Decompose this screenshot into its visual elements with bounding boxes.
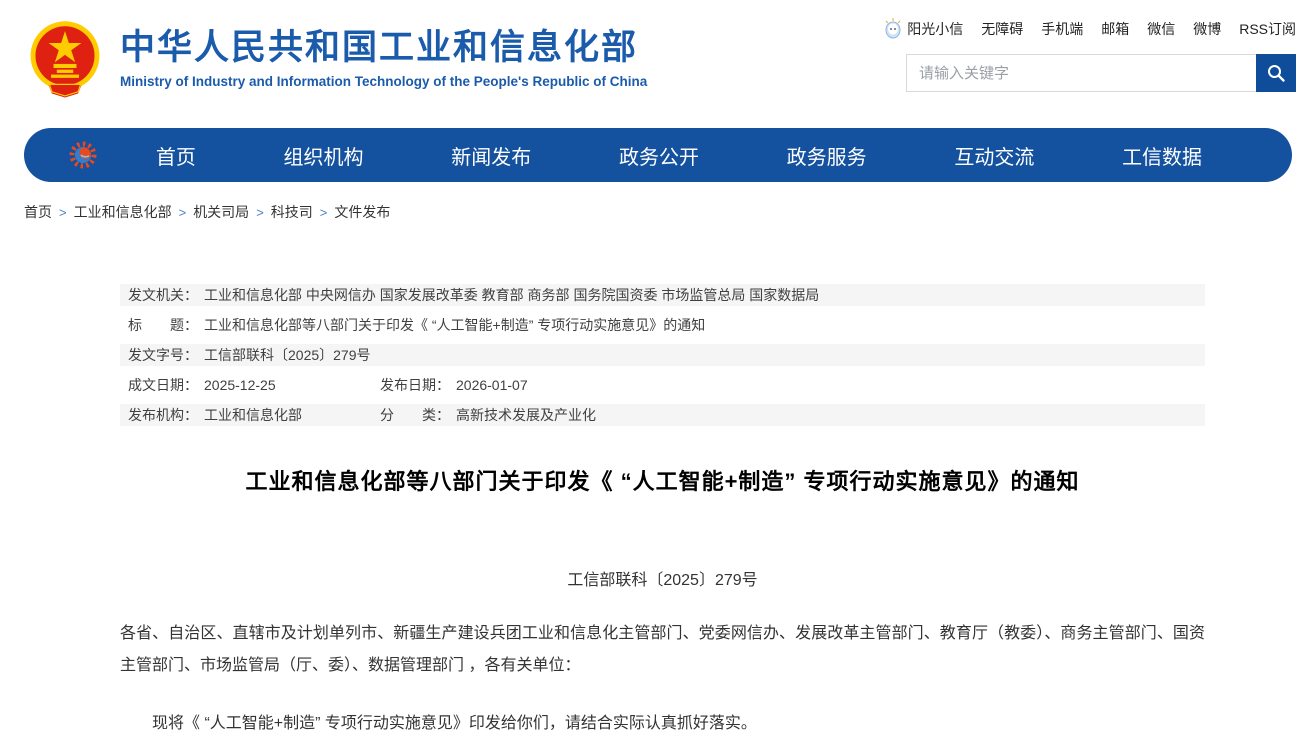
document-meta-table: 发文机关： 工业和信息化部 中央网信办 国家发展改革委 教育部 商务部 国务院国… — [120, 284, 1205, 426]
brand-text: 中华人民共和国工业和信息化部 Ministry of Industry and … — [120, 29, 647, 89]
top-link-sunshine[interactable]: 阳光小信 — [883, 18, 963, 40]
top-link-wechat[interactable]: 微信 — [1147, 19, 1175, 39]
article-title: 工业和信息化部等八部门关于印发《 “人工智能+制造” 专项行动实施意见》的通知 — [120, 464, 1205, 496]
top-link-rss[interactable]: RSS订阅 — [1239, 19, 1296, 39]
search-bar — [906, 54, 1296, 92]
site-logo[interactable]: 中华人民共和国工业和信息化部 Ministry of Industry and … — [24, 18, 647, 100]
search-input[interactable] — [906, 54, 1256, 92]
meta-value: 2025-12-25 — [204, 374, 276, 396]
site-subtitle: Ministry of Industry and Information Tec… — [120, 74, 647, 89]
meta-row-title: 标 题： 工业和信息化部等八部门关于印发《 “人工智能+制造” 专项行动实施意见… — [120, 314, 1205, 336]
nav-item-news[interactable]: 新闻发布 — [441, 135, 541, 176]
nav-item-gov-services[interactable]: 政务服务 — [777, 135, 877, 176]
meta-label: 发布机构： — [128, 404, 198, 426]
nav-items: 首页 组织机构 新闻发布 政务公开 政务服务 互动交流 工信数据 — [112, 135, 1246, 176]
nav-item-miit-data[interactable]: 工信数据 — [1112, 135, 1212, 176]
top-link-mobile[interactable]: 手机端 — [1041, 19, 1083, 39]
nav-item-home[interactable]: 首页 — [146, 135, 206, 176]
meta-value: 2026-01-07 — [456, 374, 528, 396]
search-button[interactable] — [1256, 54, 1296, 92]
nav-item-gov-disclosure[interactable]: 政务公开 — [609, 135, 709, 176]
top-link-accessibility[interactable]: 无障碍 — [981, 19, 1023, 39]
top-utility-links: 阳光小信 无障碍 手机端 邮箱 微信 微博 RSS订阅 — [883, 18, 1296, 40]
nav-item-organization[interactable]: 组织机构 — [274, 135, 374, 176]
meta-value: 工业和信息化部 — [204, 404, 302, 426]
breadcrumb-departments[interactable]: 机关司局 — [193, 202, 249, 222]
meta-row-org-category: 发布机构： 工业和信息化部 分 类： 高新技术发展及产业化 — [120, 404, 1205, 426]
nav-item-interaction[interactable]: 互动交流 — [944, 135, 1044, 176]
article-doc-number: 工信部联科〔2025〕279号 — [120, 566, 1205, 590]
search-icon — [1266, 63, 1286, 83]
breadcrumb-home[interactable]: 首页 — [24, 202, 52, 222]
mascot-icon — [883, 18, 903, 40]
breadcrumb-separator: > — [179, 205, 187, 220]
meta-label: 发文机关： — [128, 284, 198, 306]
breadcrumb-document-release: 文件发布 — [334, 202, 390, 222]
national-emblem-icon — [24, 18, 106, 100]
meta-value: 工业和信息化部等八部门关于印发《 “人工智能+制造” 专项行动实施意见》的通知 — [204, 314, 705, 336]
meta-row-dates: 成文日期： 2025-12-25 发布日期： 2026-01-07 — [120, 374, 1205, 396]
top-link-weibo[interactable]: 微博 — [1193, 19, 1221, 39]
article-paragraph-recipients: 各省、自治区、直辖市及计划单列市、新疆生产建设兵团工业和信息化主管部门、党委网信… — [120, 618, 1205, 682]
meta-label: 分 类： — [380, 404, 450, 426]
breadcrumb-separator: > — [256, 205, 264, 220]
meta-value: 工信部联科〔2025〕279号 — [204, 344, 371, 366]
breadcrumb: 首页 > 工业和信息化部 > 机关司局 > 科技司 > 文件发布 — [24, 202, 1316, 222]
article-paragraph-body: 现将《 “人工智能+制造” 专项行动实施意见》印发给你们，请结合实际认真抓好落实… — [120, 708, 1205, 740]
top-link-mail[interactable]: 邮箱 — [1101, 19, 1129, 39]
meta-label: 成文日期： — [128, 374, 198, 396]
meta-row-issuing-org: 发文机关： 工业和信息化部 中央网信办 国家发展改革委 教育部 商务部 国务院国… — [120, 284, 1205, 306]
meta-value: 工业和信息化部 中央网信办 国家发展改革委 教育部 商务部 国务院国资委 市场监… — [204, 284, 819, 306]
breadcrumb-miit[interactable]: 工业和信息化部 — [74, 202, 172, 222]
main-nav: 首页 组织机构 新闻发布 政务公开 政务服务 互动交流 工信数据 — [24, 128, 1292, 182]
gear-e-logo-icon — [68, 138, 102, 172]
breadcrumb-science-tech-dept[interactable]: 科技司 — [271, 202, 313, 222]
site-title: 中华人民共和国工业和信息化部 — [120, 29, 647, 68]
document-page: 发文机关： 工业和信息化部 中央网信办 国家发展改革委 教育部 商务部 国务院国… — [120, 284, 1205, 740]
meta-row-doc-number: 发文字号： 工信部联科〔2025〕279号 — [120, 344, 1205, 366]
site-header: 中华人民共和国工业和信息化部 Ministry of Industry and … — [0, 0, 1316, 122]
breadcrumb-separator: > — [320, 205, 328, 220]
meta-label: 发布日期： — [380, 374, 450, 396]
meta-label: 发文字号： — [128, 344, 198, 366]
meta-value: 高新技术发展及产业化 — [456, 404, 596, 426]
top-link-label: 阳光小信 — [907, 19, 963, 39]
meta-label: 标 题： — [128, 314, 198, 336]
breadcrumb-separator: > — [59, 205, 67, 220]
